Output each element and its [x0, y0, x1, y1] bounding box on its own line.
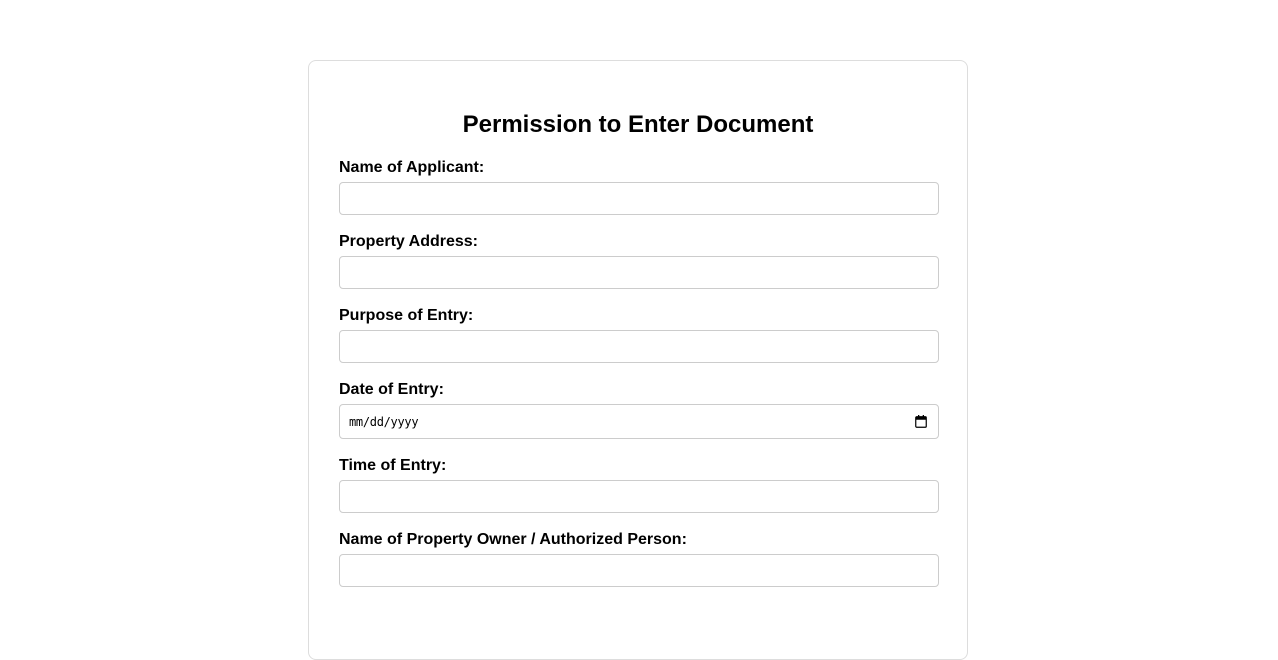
date-of-entry-input[interactable]: mm/dd/yyyy: [339, 404, 939, 439]
page-title: Permission to Enter Document: [462, 111, 814, 138]
field-date-of-entry: Date of Entry: mm/dd/yyyy: [339, 381, 939, 439]
owner-name-input[interactable]: [339, 554, 939, 587]
applicant-name-input[interactable]: [339, 182, 939, 215]
field-owner-name: Name of Property Owner / Authorized Pers…: [339, 531, 939, 587]
field-time-of-entry: Time of Entry:: [339, 457, 939, 513]
calendar-icon[interactable]: [915, 415, 927, 428]
owner-name-label: Name of Property Owner / Authorized Pers…: [339, 531, 687, 548]
time-of-entry-label: Time of Entry:: [339, 457, 447, 474]
date-of-entry-label: Date of Entry:: [339, 381, 444, 398]
purpose-of-entry-input[interactable]: [339, 330, 939, 363]
date-placeholder: mm/dd/yyyy: [349, 415, 419, 429]
form-card: Permission to Enter Document Name of App…: [308, 60, 968, 660]
field-property-address: Property Address:: [339, 233, 939, 289]
time-of-entry-input[interactable]: [339, 480, 939, 513]
purpose-of-entry-label: Purpose of Entry:: [339, 307, 474, 324]
field-purpose-of-entry: Purpose of Entry:: [339, 307, 939, 363]
property-address-input[interactable]: [339, 256, 939, 289]
field-applicant-name: Name of Applicant:: [339, 159, 939, 215]
applicant-name-label: Name of Applicant:: [339, 159, 485, 176]
property-address-label: Property Address:: [339, 233, 478, 250]
